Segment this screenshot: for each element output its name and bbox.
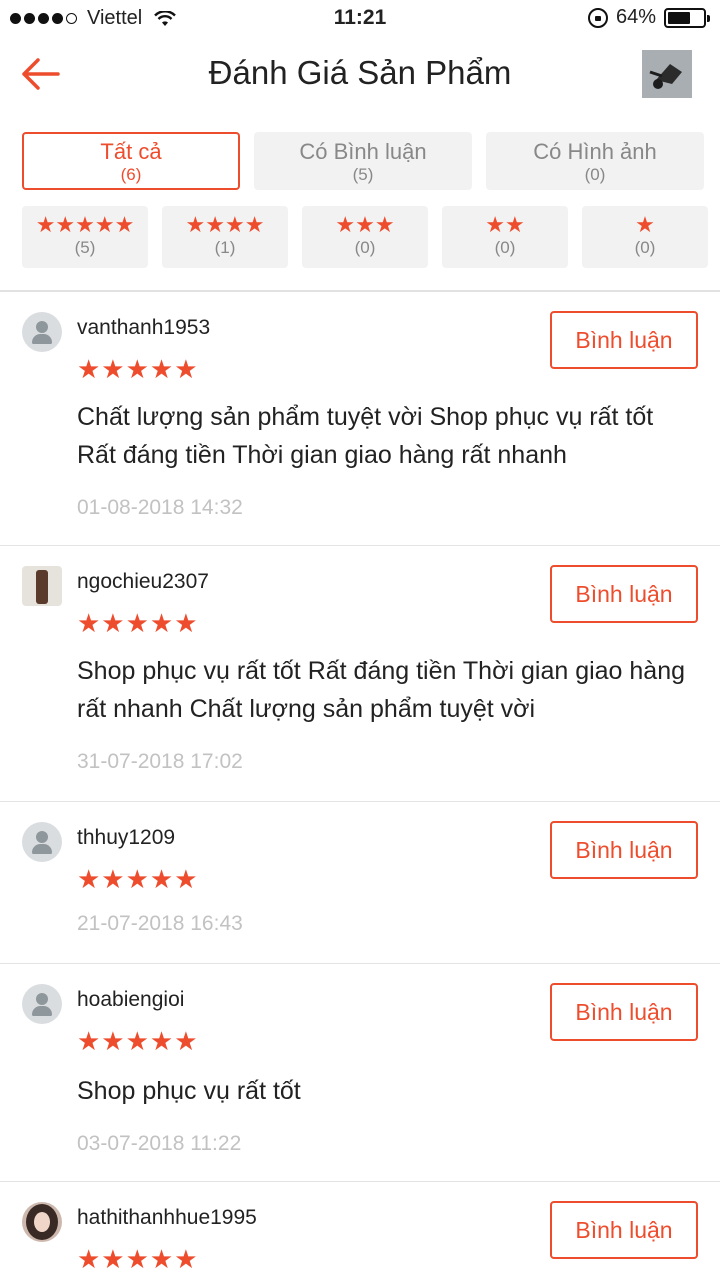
- review-date: 21-07-2018 16:43: [77, 912, 243, 935]
- star-count: (0): [494, 238, 516, 257]
- filter-3-stars[interactable]: ★★★ (0): [302, 206, 428, 268]
- review-username: thhuy1209: [77, 826, 176, 849]
- review-username: vanthanh1953: [77, 316, 211, 339]
- filter-5-stars[interactable]: ★★★★★ (5): [22, 206, 148, 268]
- battery-percent: 64%: [615, 6, 656, 28]
- review-stars: ★★★★★: [77, 608, 199, 638]
- reply-button[interactable]: Bình luận: [550, 821, 698, 879]
- filter-tabs: Tất cả (6) Có Bình luận (5) Có Hình ảnh …: [22, 132, 710, 190]
- review-stars: ★★★★★: [77, 354, 199, 384]
- filter-2-stars[interactable]: ★★ (0): [442, 206, 568, 268]
- battery-icon: [664, 7, 710, 28]
- status-bar: Viettel 11:21 64%: [0, 0, 720, 38]
- star-icon: ★: [635, 212, 655, 237]
- review-stars: ★★★★★: [77, 1244, 199, 1274]
- tab-count: (5): [352, 165, 374, 184]
- review-date: 31-07-2018 17:02: [77, 750, 243, 773]
- tab-with-comments[interactable]: Có Bình luận (5): [254, 132, 472, 190]
- reply-button[interactable]: Bình luận: [550, 983, 698, 1041]
- tab-with-images[interactable]: Có Hình ảnh (0): [486, 132, 704, 190]
- avatar: [22, 822, 62, 862]
- review-stars: ★★★★★: [77, 1026, 199, 1056]
- tab-label: Có Hình ảnh: [533, 139, 657, 164]
- review-item: ngochieu2307 ★★★★★ Shop phục vụ rất tốt …: [0, 546, 720, 802]
- star-count: (0): [634, 238, 656, 257]
- reply-button[interactable]: Bình luận: [550, 1201, 698, 1259]
- product-thumbnail[interactable]: [642, 50, 692, 98]
- review-filters: Tất cả (6) Có Bình luận (5) Có Hình ảnh …: [22, 132, 710, 268]
- app-header: Đánh Giá Sản Phẩm: [0, 38, 720, 110]
- star-count: (1): [214, 238, 236, 257]
- avatar: [22, 984, 62, 1024]
- review-date: 03-07-2018 11:22: [77, 1132, 242, 1155]
- star-filters: ★★★★★ (5) ★★★★ (1) ★★★ (0) ★★ (0) ★ (0): [22, 206, 710, 268]
- avatar: [22, 1202, 62, 1242]
- tab-label: Tất cả: [100, 139, 162, 164]
- star-count: (5): [74, 238, 96, 257]
- filter-4-stars[interactable]: ★★★★ (1): [162, 206, 288, 268]
- filter-1-star[interactable]: ★ (0): [582, 206, 708, 268]
- star-icon: ★★★: [335, 212, 395, 237]
- review-username: hoabiengioi: [77, 988, 185, 1011]
- avatar: [22, 312, 62, 352]
- review-item: vanthanh1953 ★★★★★ Chất lượng sản phẩm t…: [0, 292, 720, 546]
- review-comment: Shop phục vụ rất tốt: [77, 1077, 301, 1105]
- review-list: vanthanh1953 ★★★★★ Chất lượng sản phẩm t…: [0, 292, 720, 1280]
- reply-button[interactable]: Bình luận: [550, 311, 698, 369]
- review-username: ngochieu2307: [77, 570, 209, 593]
- review-stars: ★★★★★: [77, 864, 199, 894]
- review-item: hathithanhhue1995 ★★★★★ Bình luận: [0, 1182, 720, 1280]
- star-icon: ★★★★: [185, 212, 265, 237]
- tab-all[interactable]: Tất cả (6): [22, 132, 240, 190]
- review-comment: Shop phục vụ rất tốt Rất đáng tiền Thời …: [77, 657, 686, 723]
- tab-count: (6): [120, 165, 142, 184]
- tab-label: Có Bình luận: [299, 139, 427, 164]
- rotation-lock-icon: [587, 7, 608, 28]
- review-username: hathithanhhue1995: [77, 1206, 257, 1229]
- avatar: [22, 566, 62, 606]
- review-date: 01-08-2018 14:32: [77, 496, 243, 519]
- star-count: (0): [354, 238, 376, 257]
- product-image-icon: [642, 50, 692, 98]
- star-icon: ★★: [485, 212, 525, 237]
- review-item: thhuy1209 ★★★★★ 21-07-2018 16:43 Bình lu…: [0, 802, 720, 964]
- page-title: Đánh Giá Sản Phẩm: [208, 54, 512, 91]
- star-icon: ★★★★★: [35, 212, 135, 237]
- review-item: hoabiengioi ★★★★★ Shop phục vụ rất tốt 0…: [0, 964, 720, 1182]
- reply-button[interactable]: Bình luận: [550, 565, 698, 623]
- status-right: 64%: [587, 6, 710, 29]
- tab-count: (0): [584, 165, 606, 184]
- review-comment: Chất lượng sản phẩm tuyệt vời Shop phục …: [77, 403, 654, 469]
